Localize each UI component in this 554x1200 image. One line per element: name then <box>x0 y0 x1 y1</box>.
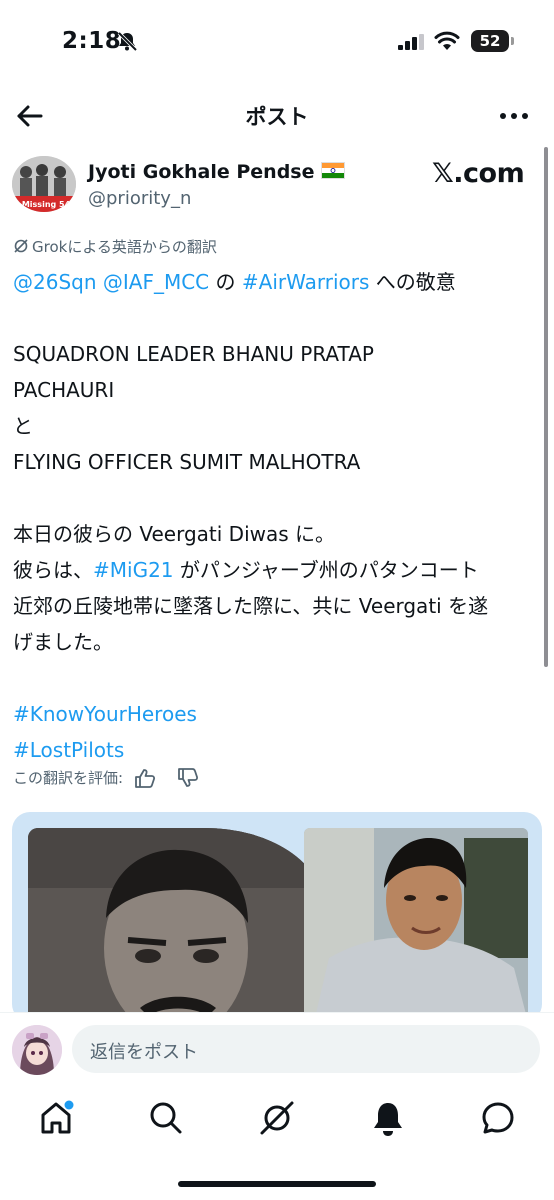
post-line-4: と <box>13 414 33 438</box>
post-line-1: @26Sqn @IAF_MCC の #AirWarriors への敬意 <box>13 264 533 300</box>
india-flag-icon <box>320 162 345 179</box>
battery-level: 52 <box>471 30 509 52</box>
more-options-icon[interactable] <box>496 102 532 130</box>
grok-icon[interactable] <box>257 1098 297 1138</box>
nav-header: ポスト <box>0 84 554 144</box>
status-time: 2:18 <box>62 28 122 54</box>
page-title: ポスト <box>245 105 309 129</box>
search-icon[interactable] <box>146 1098 186 1138</box>
post-line-6: 本日の彼らの Veergati Diwas に。 <box>13 522 336 546</box>
avatar-banner-text: Missing 54 <box>22 200 71 209</box>
post-text: の <box>209 270 242 294</box>
messages-icon[interactable] <box>478 1098 518 1138</box>
avatar-photo: Missing 54 <box>12 156 76 212</box>
cellular-signal-icon <box>398 34 424 50</box>
rating-label: この翻訳を評価: <box>13 769 124 787</box>
photo-pilot-left <box>28 828 323 1022</box>
thumbs-down-icon[interactable] <box>177 767 199 788</box>
portrait-left <box>28 828 323 1022</box>
post-line-7: 彼らは、#MiG21 がパンジャーブ州のパタンコート <box>13 552 533 588</box>
mention-26sqn[interactable]: @26Sqn <box>13 270 97 294</box>
grok-icon <box>14 239 28 253</box>
home-indicator <box>178 1181 376 1187</box>
post-text: への敬意 <box>369 270 456 294</box>
author-avatar[interactable]: Missing 54 <box>12 156 76 212</box>
hashtag-airwarriors[interactable]: #AirWarriors <box>242 270 370 294</box>
author-name[interactable]: Jyoti Gokhale Pendse <box>88 161 345 183</box>
post-line-2: SQUADRON LEADER BHANU PRATAP <box>13 342 374 366</box>
scrollbar[interactable] <box>544 147 548 667</box>
home-icon[interactable] <box>36 1098 76 1138</box>
user-avatar[interactable] <box>12 1025 62 1075</box>
post-text: がパンジャーブ州のパタンコート <box>173 558 479 582</box>
battery-tip <box>511 37 514 45</box>
wifi-icon <box>434 31 460 50</box>
photo-pilot-right <box>304 828 528 1022</box>
post-line-5: FLYING OFFICER SUMIT MALHOTRA <box>13 450 361 474</box>
reply-placeholder: 返信をポスト <box>90 1042 198 1063</box>
mention-iaf-mcc[interactable]: @IAF_MCC <box>103 270 209 294</box>
portrait-right <box>304 828 528 1022</box>
status-bar: 2:18 52 <box>0 0 554 84</box>
silent-mode-icon <box>117 31 138 52</box>
notifications-icon[interactable] <box>368 1098 408 1138</box>
xcom-logo: 𝕏.com <box>432 158 525 189</box>
post-body: @26Sqn @IAF_MCC の #AirWarriors への敬意 SQUA… <box>13 264 533 768</box>
user-avatar-image <box>12 1025 62 1075</box>
post-line-9: げました。 <box>13 630 113 654</box>
translation-note: Grokによる英語からの翻訳 <box>13 236 217 257</box>
author-name-text: Jyoti Gokhale Pendse <box>88 161 315 183</box>
translation-rating: この翻訳を評価: <box>13 767 199 788</box>
post-line-8: 近郊の丘陵地帯に墜落した際に、共に Veergati を遂 <box>13 594 489 618</box>
translation-note-text: Grokによる英語からの翻訳 <box>32 238 217 256</box>
hashtag-mig21[interactable]: #MiG21 <box>93 558 174 582</box>
reply-bar: 返信をポスト <box>0 1012 554 1087</box>
thumbs-up-icon[interactable] <box>134 768 156 788</box>
hashtag-lostpilots[interactable]: #LostPilots <box>13 732 533 768</box>
reply-input[interactable]: 返信をポスト <box>72 1025 540 1073</box>
hashtag-knowyourheroes[interactable]: #KnowYourHeroes <box>13 696 533 732</box>
post-text: 彼らは、 <box>13 558 93 582</box>
author-handle[interactable]: @priority_n <box>88 188 191 209</box>
post-line-3: PACHAURI <box>13 378 115 402</box>
post-media[interactable] <box>12 812 542 1022</box>
